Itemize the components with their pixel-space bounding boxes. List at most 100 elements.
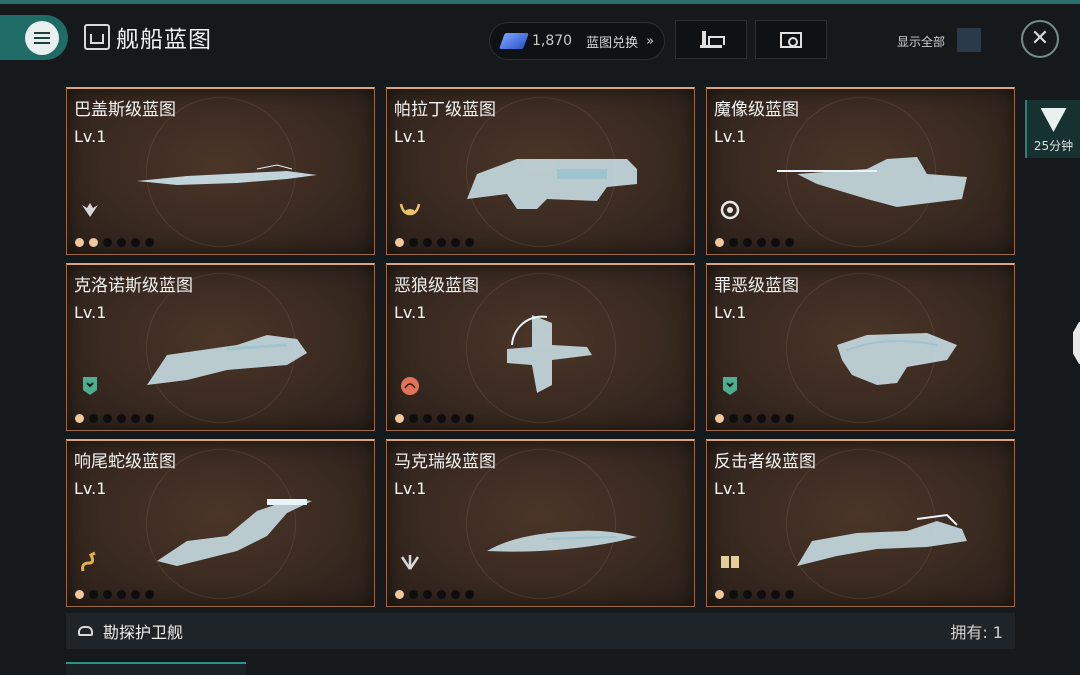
- star-empty: [437, 414, 446, 423]
- blueprint-card[interactable]: 马克瑞级蓝图 Lv.1: [386, 439, 695, 607]
- bottom-tab[interactable]: [66, 662, 246, 675]
- triangle-emblem-icon: [1040, 108, 1067, 132]
- map-icon: [780, 31, 802, 48]
- star-rating: [395, 590, 474, 599]
- star-empty: [437, 590, 446, 599]
- side-event-tab[interactable]: 25分钟: [1025, 100, 1080, 158]
- star-empty: [743, 238, 752, 247]
- star-empty: [103, 590, 112, 599]
- exchange-label: 蓝图兑换: [586, 35, 639, 51]
- claw-emblem-icon: [399, 551, 421, 573]
- star-rating: [395, 414, 474, 423]
- horns-emblem-icon: [399, 199, 421, 221]
- blueprint-name: 帕拉丁级蓝图: [394, 100, 496, 120]
- blueprint-level: Lv.1: [74, 479, 107, 498]
- blueprint-level: Lv.1: [394, 479, 427, 498]
- blueprint-card[interactable]: 恶狼级蓝图 Lv.1: [386, 263, 695, 431]
- star-empty: [103, 414, 112, 423]
- blueprint-currency-icon: [499, 33, 529, 49]
- factory-icon: [700, 30, 725, 48]
- blueprint-name: 克洛诺斯级蓝图: [74, 276, 193, 296]
- blueprint-level: Lv.1: [714, 303, 747, 322]
- star-empty: [785, 414, 794, 423]
- star-empty: [437, 238, 446, 247]
- ship-class-bar[interactable]: 勘探护卫舰 拥有: 1: [66, 613, 1015, 649]
- star-empty: [117, 414, 126, 423]
- star-empty: [117, 238, 126, 247]
- blueprint-level: Lv.1: [714, 127, 747, 146]
- blueprint-name: 马克瑞级蓝图: [394, 452, 496, 472]
- blueprint-card[interactable]: 帕拉丁级蓝图 Lv.1: [386, 87, 695, 255]
- star-rating: [715, 238, 794, 247]
- star-empty: [451, 414, 460, 423]
- star-empty: [785, 590, 794, 599]
- star-filled: [715, 238, 724, 247]
- blueprint-card[interactable]: 反击者级蓝图 Lv.1: [706, 439, 1015, 607]
- star-rating: [395, 238, 474, 247]
- event-timer: 25分钟: [1033, 139, 1074, 153]
- star-empty: [757, 414, 766, 423]
- side-drawer-handle[interactable]: [1073, 322, 1080, 364]
- orb-emblem-icon: [399, 375, 421, 397]
- blueprint-exchange-button[interactable]: 1,870 蓝图兑换 »: [489, 22, 665, 60]
- star-empty: [757, 590, 766, 599]
- show-all-checkbox[interactable]: [957, 28, 981, 52]
- star-empty: [729, 238, 738, 247]
- blueprint-card[interactable]: 巴盖斯级蓝图 Lv.1: [66, 87, 375, 255]
- ship-silhouette-image: [147, 335, 307, 385]
- ring-emblem-icon: [719, 199, 741, 221]
- factory-button[interactable]: [675, 20, 747, 59]
- wing-emblem-icon: [79, 199, 101, 221]
- star-empty: [771, 590, 780, 599]
- star-empty: [743, 590, 752, 599]
- blueprint-icon: [84, 24, 110, 50]
- ship-silhouette-image: [467, 159, 637, 209]
- blueprint-card[interactable]: 响尾蛇级蓝图 Lv.1: [66, 439, 375, 607]
- currency-amount: 1,870: [532, 33, 573, 49]
- blueprint-level: Lv.1: [394, 127, 427, 146]
- ship-silhouette-image: [157, 499, 312, 566]
- star-empty: [145, 414, 154, 423]
- star-empty: [409, 590, 418, 599]
- star-empty: [465, 238, 474, 247]
- blueprint-grid: 巴盖斯级蓝图 Lv.1 帕拉丁级蓝图 Lv.1 魔像级蓝图 Lv.1 克洛诺斯级蓝图 Lv.1…: [66, 87, 1015, 607]
- star-filled: [395, 590, 404, 599]
- hull-icon: [78, 626, 93, 636]
- blueprint-card[interactable]: 克洛诺斯级蓝图 Lv.1: [66, 263, 375, 431]
- blueprint-level: Lv.1: [714, 479, 747, 498]
- ship-silhouette-image: [487, 530, 637, 552]
- star-empty: [117, 590, 126, 599]
- blueprint-name: 恶狼级蓝图: [394, 276, 479, 296]
- star-filled: [715, 590, 724, 599]
- star-empty: [145, 590, 154, 599]
- star-empty: [743, 414, 752, 423]
- page-header: 舰船蓝图: [84, 20, 212, 54]
- close-icon: ✕: [1030, 26, 1050, 51]
- ship-silhouette-image: [507, 315, 592, 393]
- close-button[interactable]: ✕: [1021, 20, 1059, 58]
- double-chevron-icon: »: [646, 33, 654, 49]
- blueprint-name: 响尾蛇级蓝图: [74, 452, 176, 472]
- blueprint-name: 罪恶级蓝图: [714, 276, 799, 296]
- star-empty: [465, 590, 474, 599]
- star-empty: [451, 238, 460, 247]
- star-empty: [729, 590, 738, 599]
- show-all-label: 显示全部: [897, 35, 946, 49]
- star-empty: [771, 414, 780, 423]
- star-filled: [395, 414, 404, 423]
- star-filled: [75, 238, 84, 247]
- blueprint-card[interactable]: 魔像级蓝图 Lv.1: [706, 87, 1015, 255]
- star-filled: [75, 590, 84, 599]
- star-empty: [131, 414, 140, 423]
- blueprint-name: 魔像级蓝图: [714, 100, 799, 120]
- star-empty: [729, 414, 738, 423]
- star-empty: [89, 590, 98, 599]
- map-button[interactable]: [755, 20, 827, 59]
- blueprint-name: 反击者级蓝图: [714, 452, 816, 472]
- ship-silhouette-image: [777, 157, 967, 207]
- book-emblem-icon: [719, 551, 741, 573]
- blueprint-card[interactable]: 罪恶级蓝图 Lv.1: [706, 263, 1015, 431]
- menu-button[interactable]: [0, 15, 68, 60]
- shield-emblem-icon: [79, 375, 101, 397]
- star-rating: [75, 590, 154, 599]
